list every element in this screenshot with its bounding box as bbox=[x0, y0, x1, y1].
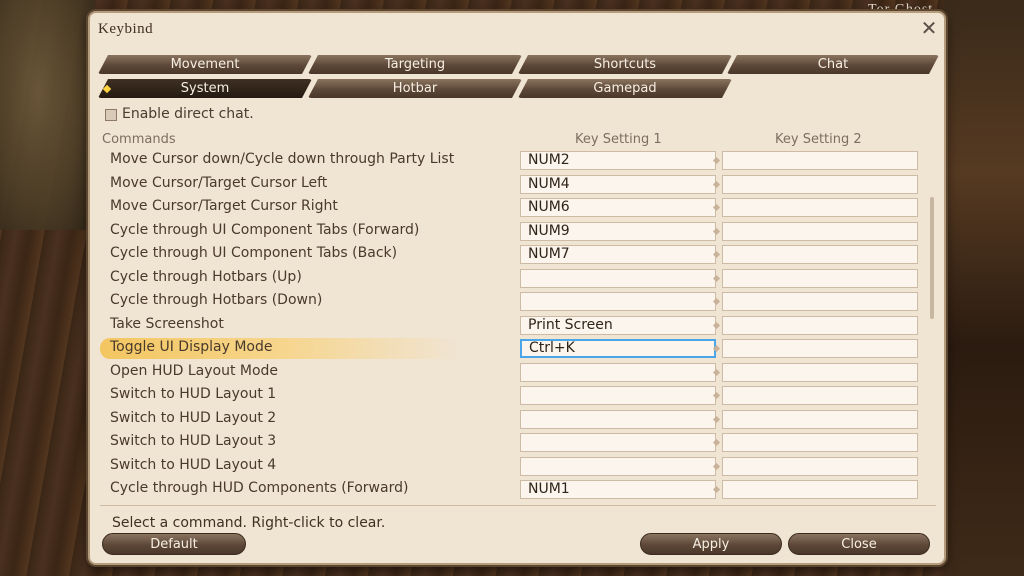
command-label: Cycle through Hotbars (Up) bbox=[110, 268, 302, 285]
checkbox-icon[interactable] bbox=[105, 109, 117, 121]
command-label: Move Cursor/Target Cursor Left bbox=[110, 174, 328, 191]
table-row[interactable]: Cycle through Hotbars (Up) bbox=[100, 268, 920, 291]
diamond-icon bbox=[712, 415, 721, 423]
key-setting-1-field[interactable]: NUM9 bbox=[520, 221, 716, 241]
key-setting-2-header: Key Setting 2 bbox=[775, 132, 862, 147]
table-row[interactable]: Move Cursor/Target Cursor Left NUM4 bbox=[100, 174, 920, 197]
diamond-icon bbox=[712, 462, 721, 470]
table-row[interactable]: Switch to HUD Layout 3 bbox=[100, 432, 920, 455]
enable-direct-chat-label[interactable]: Enable direct chat. bbox=[122, 106, 254, 122]
scrollbar[interactable] bbox=[930, 150, 934, 505]
tab-chat[interactable]: Chat bbox=[727, 55, 939, 74]
diamond-icon bbox=[712, 368, 721, 376]
command-label: Switch to HUD Layout 1 bbox=[110, 386, 277, 402]
table-row[interactable]: Cycle through HUD Components (Forward) N… bbox=[100, 479, 920, 502]
key-setting-1-field[interactable]: NUM4 bbox=[520, 174, 716, 194]
key-setting-1-field[interactable]: Print Screen bbox=[520, 315, 716, 335]
key-setting-1-field[interactable] bbox=[520, 433, 716, 452]
scrollbar-thumb[interactable] bbox=[930, 197, 934, 319]
commands-header: Commands bbox=[102, 132, 176, 147]
command-label: Switch to HUD Layout 2 bbox=[110, 409, 277, 426]
table-row[interactable]: Take Screenshot Print Screen bbox=[100, 315, 920, 338]
tab-targeting[interactable]: Targeting bbox=[308, 55, 522, 74]
tab-movement[interactable]: Movement bbox=[98, 55, 312, 74]
diamond-icon bbox=[712, 274, 721, 282]
table-row[interactable]: Cycle through UI Component Tabs (Forward… bbox=[100, 221, 920, 244]
table-row[interactable]: Move Cursor down/Cycle down through Part… bbox=[100, 150, 920, 173]
key-setting-2-field[interactable] bbox=[722, 292, 918, 311]
key-setting-1-field[interactable] bbox=[520, 386, 716, 405]
command-label: Cycle through HUD Components (Forward) bbox=[110, 480, 409, 496]
key-setting-1-field[interactable]: Ctrl+K bbox=[520, 339, 716, 358]
tab-system[interactable]: System bbox=[98, 79, 312, 98]
key-setting-2-field[interactable] bbox=[722, 456, 918, 476]
tab-gamepad[interactable]: Gamepad bbox=[518, 79, 732, 98]
diamond-icon bbox=[712, 321, 721, 329]
close-button[interactable]: Close bbox=[788, 533, 930, 555]
key-setting-2-field[interactable] bbox=[722, 409, 918, 429]
key-setting-1-field[interactable] bbox=[520, 409, 716, 429]
tab-hotbar[interactable]: Hotbar bbox=[308, 79, 522, 98]
command-label: Cycle through UI Component Tabs (Back) bbox=[110, 245, 398, 261]
command-label: Switch to HUD Layout 4 bbox=[110, 456, 277, 473]
command-label: Move Cursor down/Cycle down through Part… bbox=[110, 151, 455, 167]
command-label: Cycle through Hotbars (Down) bbox=[110, 292, 323, 308]
key-setting-2-field[interactable] bbox=[722, 221, 918, 241]
key-setting-2-field[interactable] bbox=[722, 433, 918, 452]
table-row[interactable]: Switch to HUD Layout 1 bbox=[100, 385, 920, 408]
key-setting-1-field[interactable] bbox=[520, 268, 716, 288]
divider bbox=[100, 505, 936, 506]
key-setting-1-field[interactable]: NUM1 bbox=[520, 480, 716, 499]
table-row[interactable]: Move Cursor/Target Cursor Right NUM6 bbox=[100, 197, 920, 220]
diamond-icon bbox=[712, 180, 721, 188]
key-setting-2-field[interactable] bbox=[722, 198, 918, 217]
command-label: Cycle through UI Component Tabs (Forward… bbox=[110, 221, 420, 238]
background-rug bbox=[0, 0, 95, 230]
keybind-window: Keybind ✕ Movement Targeting Shortcuts C… bbox=[88, 11, 946, 565]
command-label: Toggle UI Display Mode bbox=[110, 339, 273, 355]
status-hint: Select a command. Right-click to clear. bbox=[112, 515, 386, 531]
key-setting-1-field[interactable]: NUM2 bbox=[520, 151, 716, 170]
key-setting-2-field[interactable] bbox=[722, 151, 918, 170]
key-setting-2-field[interactable] bbox=[722, 245, 918, 264]
key-setting-1-field[interactable]: NUM7 bbox=[520, 245, 716, 264]
table-row-selected[interactable]: Toggle UI Display Mode Ctrl+K bbox=[100, 338, 920, 361]
close-icon[interactable]: ✕ bbox=[918, 17, 940, 39]
command-label: Switch to HUD Layout 3 bbox=[110, 433, 277, 449]
key-setting-2-field[interactable] bbox=[722, 339, 918, 358]
diamond-icon bbox=[712, 227, 721, 235]
background-furniture bbox=[944, 0, 1024, 576]
key-setting-1-field[interactable] bbox=[520, 456, 716, 476]
key-setting-2-field[interactable] bbox=[722, 386, 918, 405]
apply-button[interactable]: Apply bbox=[640, 533, 782, 555]
command-list[interactable]: Move Cursor down/Cycle down through Part… bbox=[100, 150, 920, 505]
default-button[interactable]: Default bbox=[102, 533, 246, 555]
table-row[interactable]: Switch to HUD Layout 4 bbox=[100, 456, 920, 479]
window-title: Keybind bbox=[98, 21, 154, 37]
key-setting-1-header: Key Setting 1 bbox=[575, 132, 662, 147]
key-setting-2-field[interactable] bbox=[722, 268, 918, 288]
command-label: Move Cursor/Target Cursor Right bbox=[110, 198, 338, 214]
table-row[interactable]: Cycle through UI Component Tabs (Back) N… bbox=[100, 244, 920, 267]
table-row[interactable]: Switch to HUD Layout 2 bbox=[100, 409, 920, 432]
key-setting-2-field[interactable] bbox=[722, 480, 918, 499]
command-label: Take Screenshot bbox=[110, 315, 224, 332]
key-setting-1-field[interactable] bbox=[520, 292, 716, 311]
table-row[interactable]: Cycle through Hotbars (Down) bbox=[100, 291, 920, 314]
key-setting-1-field[interactable]: NUM6 bbox=[520, 198, 716, 217]
key-setting-2-field[interactable] bbox=[722, 174, 918, 194]
key-setting-1-field[interactable] bbox=[520, 362, 716, 382]
command-label: Open HUD Layout Mode bbox=[110, 362, 279, 379]
table-row[interactable]: Open HUD Layout Mode bbox=[100, 362, 920, 385]
key-setting-2-field[interactable] bbox=[722, 315, 918, 335]
key-setting-2-field[interactable] bbox=[722, 362, 918, 382]
tab-shortcuts[interactable]: Shortcuts bbox=[518, 55, 732, 74]
